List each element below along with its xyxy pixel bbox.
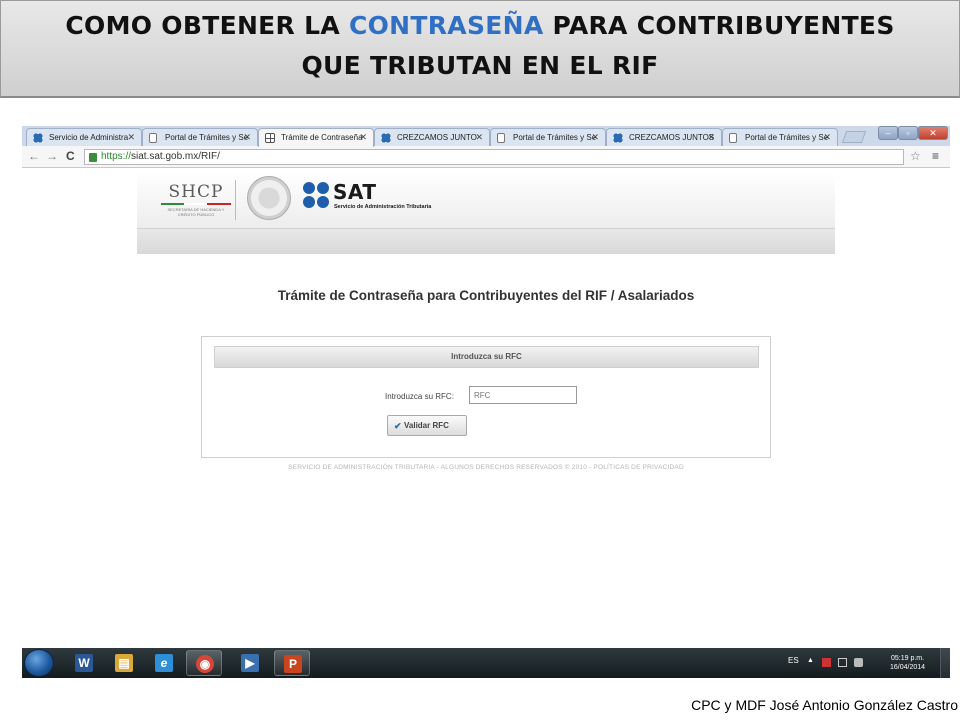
browser-toolbar: ← → C https://siat.sat.gob.mx/RIF/ ☆ ≡	[22, 146, 950, 168]
author-credit: CPC y MDF José Antonio González Castro	[691, 697, 958, 713]
address-bar[interactable]: https://siat.sat.gob.mx/RIF/	[84, 149, 904, 165]
taskbar-internet-explorer[interactable]: e	[146, 650, 182, 676]
page-footer: SERVICIO DE ADMINISTRACIÓN TRIBUTARIA - …	[288, 464, 684, 471]
slide-title-line-2: QUE TRIBUTAN EN EL RIF	[301, 51, 659, 80]
taskbar-file-explorer[interactable]: ▤	[106, 650, 142, 676]
slide-title-accent: CONTRASEÑA	[348, 11, 544, 40]
maximize-button[interactable]: ▫	[898, 126, 918, 140]
slide-title-text: PARA CONTRIBUYENTES	[543, 11, 895, 40]
slide-title-line-1: COMO OBTENER LA CONTRASEÑA PARA CONTRIBU…	[1, 11, 959, 40]
shcp-logo-text: SHCP	[168, 182, 224, 202]
tab-portal-tramites[interactable]: Portal de Trámites y Se ✕	[722, 128, 838, 146]
taskbar-chrome[interactable]: ◉	[186, 650, 222, 676]
rfc-form-panel: Introduzca su RFC Introduzca su RFC: ✔Va…	[201, 336, 771, 458]
header-nav-bar	[137, 228, 835, 254]
tray-expand-icon[interactable]: ▲	[807, 657, 814, 664]
tab-label: CREZCAMOS JUNTO	[397, 133, 477, 142]
powerpoint-icon: P	[284, 655, 302, 673]
menu-icon[interactable]: ≡	[932, 149, 939, 163]
close-icon[interactable]: ✕	[243, 132, 251, 143]
url-scheme: https://	[101, 151, 132, 162]
sat-icon	[613, 133, 623, 143]
header-divider	[235, 180, 236, 220]
close-icon[interactable]: ✕	[591, 132, 599, 143]
media-player-icon: ▶	[241, 654, 259, 672]
sat-logo-text: SAT	[333, 180, 377, 204]
volume-icon[interactable]	[854, 658, 863, 667]
network-icon[interactable]	[838, 658, 847, 667]
clock-date: 16/04/2014	[890, 664, 926, 671]
rfc-label: Introduzca su RFC:	[385, 392, 454, 401]
validate-rfc-button[interactable]: ✔ Validar RFC	[387, 415, 467, 436]
grid-icon	[265, 133, 275, 143]
start-button[interactable]	[24, 649, 54, 677]
tab-crezcamos-juntos[interactable]: CREZCAMOS JUNTOS ✕	[606, 128, 722, 146]
sat-dots-icon	[303, 182, 331, 210]
forward-arrow-icon[interactable]: →	[46, 149, 58, 163]
tab-portal-tramites[interactable]: Portal de Trámites y Se ✕	[142, 128, 258, 146]
tab-crezcamos-juntos[interactable]: CREZCAMOS JUNTO ✕	[374, 128, 490, 146]
national-seal-icon	[247, 176, 291, 220]
tab-label: Portal de Trámites y Se	[165, 133, 249, 142]
minimize-button[interactable]: –	[878, 126, 898, 140]
new-tab-button[interactable]	[841, 131, 867, 143]
flag-icon[interactable]	[822, 658, 831, 667]
bookmark-star-icon[interactable]: ☆	[910, 149, 921, 163]
close-icon[interactable]: ✕	[707, 132, 715, 143]
sat-page-header: SHCP Secretaría de Hacienda y Crédito Pú…	[137, 172, 835, 254]
shcp-logo-rule	[161, 203, 231, 205]
url-text: siat.sat.gob.mx/RIF/	[131, 151, 220, 162]
document-icon	[149, 133, 157, 143]
tab-label: Servicio de Administra	[49, 133, 129, 142]
tab-servicio-administracion[interactable]: Servicio de Administra ✕	[26, 128, 142, 146]
panel-header: Introduzca su RFC	[214, 346, 759, 368]
close-icon[interactable]: ✕	[359, 132, 367, 143]
tab-label: Portal de Trámites y Se	[513, 133, 597, 142]
word-icon: W	[75, 654, 93, 672]
sat-logo-subtitle: Servicio de Administración Tributaria	[334, 204, 432, 210]
tab-label: Portal de Trámites y Se	[745, 133, 829, 142]
show-desktop-button[interactable]	[940, 648, 950, 678]
clock[interactable]: 05:19 p.m. 16/04/2014	[890, 654, 925, 672]
close-window-button[interactable]: ✕	[918, 126, 948, 140]
slide-title-text: COMO OBTENER LA	[65, 11, 349, 40]
tab-strip: Servicio de Administra ✕ Portal de Trámit…	[22, 126, 950, 147]
language-indicator[interactable]: ES	[788, 656, 799, 665]
sat-icon	[381, 133, 391, 143]
document-icon	[497, 133, 505, 143]
taskbar-word[interactable]: W	[66, 650, 102, 676]
lock-icon	[89, 153, 97, 162]
tab-tramite-contrasena[interactable]: Trámite de Contraseña ✕	[258, 128, 374, 147]
internet-explorer-icon: e	[155, 654, 173, 672]
close-icon[interactable]: ✕	[823, 132, 831, 143]
close-icon[interactable]: ✕	[475, 132, 483, 143]
windows-taskbar: W ▤ e ◉ ▶ P ES ▲ 05:19 p.m. 16/04/2014	[22, 648, 950, 678]
slide-title-banner: COMO OBTENER LA CONTRASEÑA PARA CONTRIBU…	[0, 0, 960, 98]
back-arrow-icon[interactable]: ←	[28, 149, 40, 163]
shcp-logo: SHCP Secretaría de Hacienda y Crédito Pú…	[161, 182, 231, 217]
sat-icon	[33, 133, 43, 143]
browser-window: Servicio de Administra ✕ Portal de Trámit…	[22, 126, 950, 650]
shcp-logo-subtitle: Secretaría de Hacienda y Crédito Público	[167, 207, 225, 217]
file-explorer-icon: ▤	[115, 654, 133, 672]
rfc-input[interactable]	[469, 386, 577, 404]
tab-label: Trámite de Contraseña	[281, 133, 363, 142]
close-icon[interactable]: ✕	[127, 132, 135, 143]
taskbar-media-player[interactable]: ▶	[232, 650, 268, 676]
system-tray: ES ▲ 05:19 p.m. 16/04/2014	[780, 648, 950, 678]
tab-label: CREZCAMOS JUNTOS	[629, 133, 715, 142]
check-icon: ✔	[394, 421, 402, 431]
reload-icon[interactable]: C	[66, 149, 75, 163]
tab-portal-tramites[interactable]: Portal de Trámites y Se ✕	[490, 128, 606, 146]
clock-time: 05:19 p.m.	[890, 655, 925, 662]
chrome-icon: ◉	[196, 655, 214, 673]
page-title: Trámite de Contraseña para Contribuyente…	[277, 288, 695, 303]
validate-rfc-label: Validar RFC	[404, 421, 449, 430]
taskbar-powerpoint[interactable]: P	[274, 650, 310, 676]
document-icon	[729, 133, 737, 143]
